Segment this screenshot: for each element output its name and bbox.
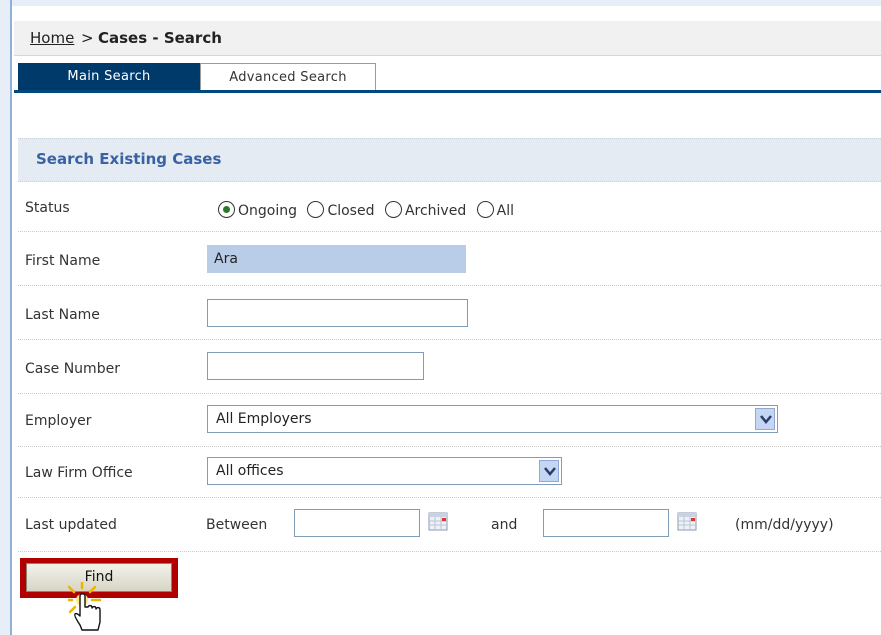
employer-select[interactable]: All Employers xyxy=(207,405,778,433)
law-firm-office-dropdown-arrow[interactable] xyxy=(539,460,559,482)
breadcrumb-home-link[interactable]: Home xyxy=(30,29,74,47)
date-format-hint: (mm/dd/yyyy) xyxy=(735,517,834,533)
section-title: Search Existing Cases xyxy=(36,150,222,168)
status-option-archived[interactable]: Archived xyxy=(384,201,467,219)
chevron-down-icon xyxy=(760,415,772,424)
tab-main-search[interactable]: Main Search xyxy=(18,63,200,91)
section-header: Search Existing Cases xyxy=(18,138,881,182)
calendar-icon[interactable] xyxy=(428,511,448,531)
between-label: Between xyxy=(206,517,268,533)
calendar-icon[interactable] xyxy=(677,511,697,531)
breadcrumb: Home > Cases - Search xyxy=(14,21,881,56)
breadcrumb-separator: > xyxy=(81,29,94,47)
employer-label: Employer xyxy=(25,413,92,429)
employer-select-value: All Employers xyxy=(216,411,312,427)
case-number-row: Case Number xyxy=(18,340,881,394)
tab-advanced-search[interactable]: Advanced Search xyxy=(200,63,376,91)
status-label: Status xyxy=(25,200,70,216)
law-firm-office-select[interactable]: All offices xyxy=(207,457,562,485)
chevron-down-icon xyxy=(544,467,556,476)
last-updated-row: Last updated Between and (mm/dd/yyyy) xyxy=(18,498,881,552)
first-name-input[interactable] xyxy=(207,245,466,273)
status-row: Status Ongoing Closed Archived All xyxy=(18,181,881,232)
radio-all[interactable] xyxy=(476,201,494,218)
radio-ongoing[interactable] xyxy=(218,201,235,218)
last-updated-from-input[interactable] xyxy=(294,509,420,537)
radio-archived[interactable] xyxy=(384,201,402,218)
window-top-border xyxy=(0,0,881,6)
radio-label-ongoing: Ongoing xyxy=(238,203,297,219)
radio-closed[interactable] xyxy=(307,201,325,218)
law-firm-office-select-value: All offices xyxy=(216,463,284,479)
case-number-input[interactable] xyxy=(207,352,424,380)
case-number-label: Case Number xyxy=(25,361,120,377)
last-updated-to-input[interactable] xyxy=(543,509,669,537)
employer-dropdown-arrow[interactable] xyxy=(755,408,775,430)
last-updated-label: Last updated xyxy=(25,517,117,533)
radio-label-closed: Closed xyxy=(327,203,375,219)
status-option-ongoing[interactable]: Ongoing xyxy=(218,201,297,219)
search-tabs: Main Search Advanced Search xyxy=(14,60,881,94)
hand-pointer-icon xyxy=(68,582,102,631)
tab-underline xyxy=(14,90,881,93)
first-name-label: First Name xyxy=(25,253,101,269)
window-left-border xyxy=(0,0,12,635)
law-firm-office-label: Law Firm Office xyxy=(25,465,133,481)
breadcrumb-current: Cases - Search xyxy=(98,29,222,47)
radio-label-archived: Archived xyxy=(404,203,467,219)
status-radio-group: Ongoing Closed Archived All xyxy=(218,201,520,219)
radio-label-all: All xyxy=(496,203,515,219)
status-option-closed[interactable]: Closed xyxy=(307,201,375,219)
last-name-input[interactable] xyxy=(207,299,468,327)
and-label: and xyxy=(491,517,518,533)
last-name-label: Last Name xyxy=(25,307,100,323)
status-option-all[interactable]: All xyxy=(476,201,515,219)
